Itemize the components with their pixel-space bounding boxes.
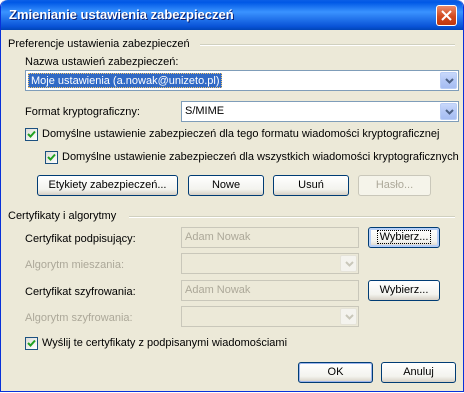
name-label: Nazwa ustawień zabezpieczeń:: [25, 56, 179, 68]
signing-cert-field: Adam Nowak: [181, 227, 359, 248]
choose-encryption-cert-button[interactable]: Wybierz...: [368, 280, 440, 301]
hash-alg-combo: [181, 253, 359, 274]
crypto-format-value: S/MIME: [185, 105, 225, 117]
checkmark-icon: [27, 339, 36, 347]
divider: [129, 216, 455, 218]
hash-alg-label: Algorytm mieszania:: [25, 259, 125, 271]
certificates-group-title: Certyfikaty i algorytmy: [8, 210, 117, 222]
choose-signing-cert-button[interactable]: Wybierz...: [368, 227, 440, 248]
cancel-button[interactable]: Anuluj: [381, 362, 456, 383]
ok-button[interactable]: OK: [298, 362, 373, 383]
signing-cert-label: Certyfikat podpisujący:: [25, 233, 136, 245]
delete-button[interactable]: Usuń: [273, 175, 349, 196]
signing-cert-value: Adam Nowak: [185, 231, 251, 243]
combo-dropdown-button[interactable]: [440, 72, 457, 89]
chevron-down-icon: [345, 261, 354, 267]
send-certs-label[interactable]: Wyślij te certyfikaty z podpisanymi wiad…: [42, 337, 287, 349]
password-button[interactable]: Hasło...: [358, 175, 431, 196]
crypto-format-combo[interactable]: S/MIME: [181, 101, 459, 122]
default-format-checkbox[interactable]: [25, 128, 38, 141]
encryption-alg-label: Algorytm szyfrowania:: [25, 312, 133, 324]
encryption-alg-combo: [181, 306, 359, 327]
choose-button-label: Wybierz...: [376, 230, 432, 244]
format-label: Format kryptograficzny:: [25, 106, 140, 118]
combo-dropdown-button: [340, 308, 357, 325]
security-setting-name-value[interactable]: Moje ustawienia (a.nowak@unizeto.pl): [28, 73, 223, 88]
chevron-down-icon: [445, 78, 454, 84]
dialog-body: Preferencje ustawienia zabezpieczeń Nazw…: [1, 30, 463, 391]
title-bar[interactable]: Zmienianie ustawienia zabezpieczeń: [1, 0, 463, 30]
checkmark-icon: [27, 130, 36, 138]
security-labels-button[interactable]: Etykiety zabezpieczeń...: [37, 175, 178, 196]
security-setting-name-combo[interactable]: Moje ustawienia (a.nowak@unizeto.pl): [25, 70, 459, 91]
chevron-down-icon: [445, 109, 454, 115]
combo-dropdown-button: [340, 255, 357, 272]
default-format-label[interactable]: Domyślne ustawienie zabezpieczeń dla teg…: [42, 128, 439, 140]
combo-dropdown-button[interactable]: [440, 103, 457, 120]
checkmark-icon: [47, 153, 56, 161]
new-button[interactable]: Nowe: [188, 175, 264, 196]
encryption-cert-label: Certyfikat szyfrowania:: [25, 286, 136, 298]
default-all-checkbox[interactable]: [45, 151, 58, 164]
close-button[interactable]: [436, 5, 457, 26]
send-certs-checkbox[interactable]: [25, 337, 38, 350]
window-title: Zmienianie ustawienia zabezpieczeń: [9, 7, 234, 22]
default-all-label[interactable]: Domyślne ustawienie zabezpieczeń dla wsz…: [62, 151, 459, 163]
divider: [200, 44, 455, 46]
dialog-window: Zmienianie ustawienia zabezpieczeń Prefe…: [0, 0, 464, 392]
chevron-down-icon: [345, 314, 354, 320]
close-icon: [441, 10, 452, 21]
preferences-group-title: Preferencje ustawienia zabezpieczeń: [8, 38, 190, 50]
encryption-cert-field: Adam Nowak: [181, 280, 359, 301]
encryption-cert-value: Adam Nowak: [185, 284, 251, 296]
